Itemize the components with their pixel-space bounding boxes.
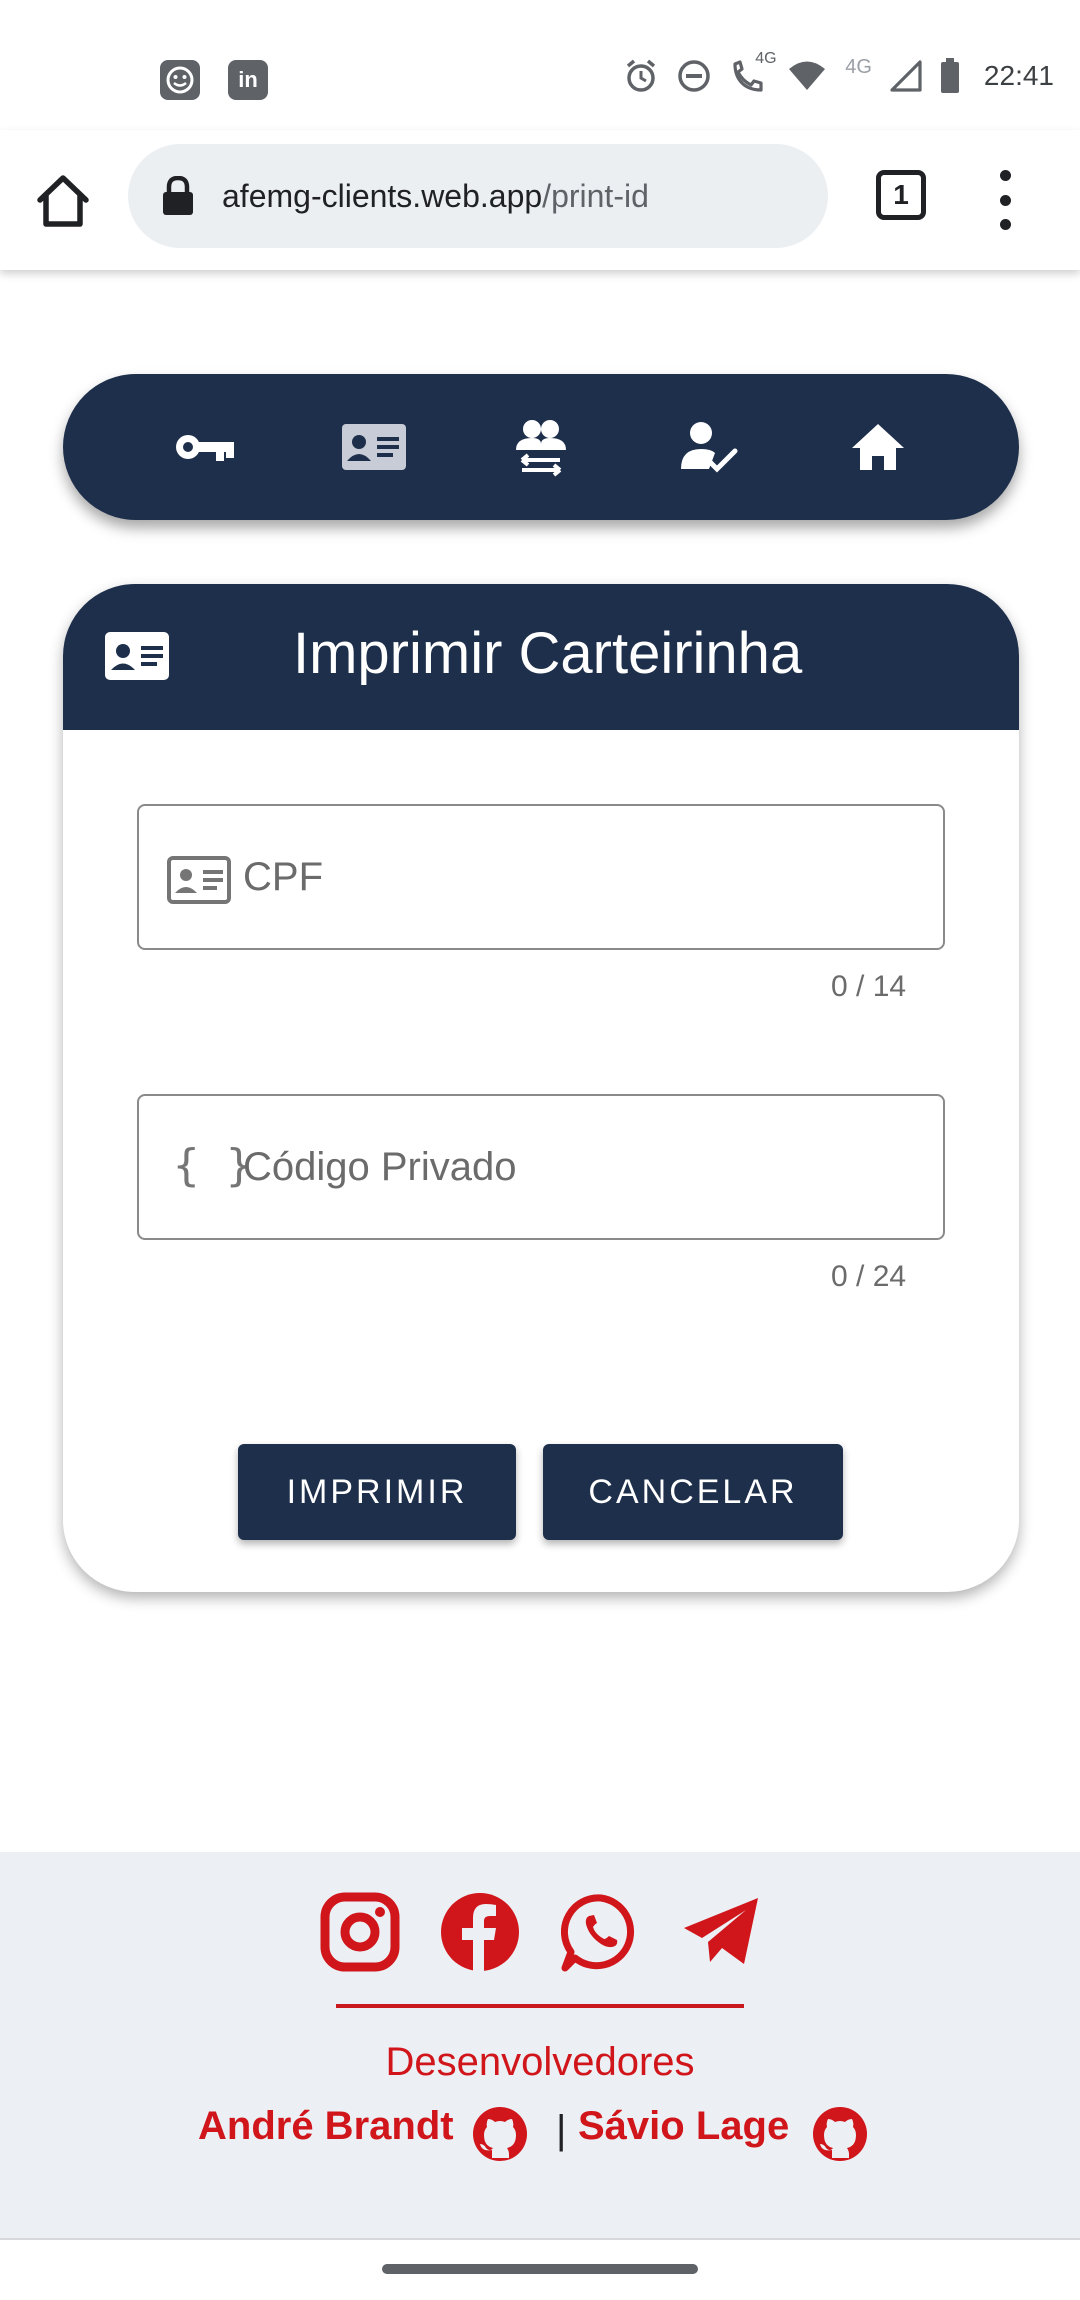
whatsapp-icon[interactable] <box>561 1892 641 1972</box>
users-exchange-icon <box>516 420 566 477</box>
id-card-icon <box>105 632 169 680</box>
private-code-input[interactable] <box>243 1096 923 1238</box>
developer-savio-link[interactable]: Sávio Lage <box>578 2104 789 2164</box>
url-path: /print-id <box>542 177 649 214</box>
nav-user-check-button[interactable] <box>674 412 744 482</box>
cpf-counter: 0 / 14 <box>831 970 907 1003</box>
menu-dot-icon <box>999 194 1011 206</box>
github-icon[interactable] <box>812 2106 868 2162</box>
cancel-button[interactable]: CANCELAR <box>543 1444 843 1540</box>
url-bar[interactable]: afemg-clients.web.app/print-id <box>128 144 828 248</box>
footer: Desenvolvedores André Brandt | Sávio Lag… <box>0 1852 1080 2238</box>
status-indicators: 4G 4G 22:41 <box>623 50 1054 94</box>
wifi-calling-icon: 4G <box>729 50 777 94</box>
browser-home-button[interactable] <box>32 170 94 232</box>
private-code-counter: 0 / 24 <box>831 1260 907 1293</box>
private-code-field[interactable]: { } <box>137 1094 945 1240</box>
menu-dot-icon <box>999 219 1011 230</box>
status-app-icons: in <box>160 60 268 100</box>
telegram-icon[interactable] <box>682 1896 762 1968</box>
network-type-label: 4G <box>845 55 872 78</box>
instagram-icon[interactable] <box>320 1892 400 1972</box>
clock: 22:41 <box>983 60 1054 91</box>
do-not-disturb-icon <box>677 59 711 93</box>
cpf-field[interactable] <box>137 804 945 950</box>
developer-andre-link[interactable]: André Brandt <box>198 2104 454 2164</box>
network-label: 4G <box>755 50 777 67</box>
nav-users-exchange-button[interactable] <box>506 412 576 482</box>
nav-id-card-button[interactable] <box>339 412 409 482</box>
card-header: Imprimir Carteirinha <box>63 584 1019 730</box>
print-id-card: Imprimir Carteirinha 0 / 14 { } 0 / 24 I… <box>63 584 1019 1592</box>
nav-key-button[interactable] <box>170 412 240 482</box>
alarm-icon <box>623 58 659 94</box>
gesture-handle[interactable] <box>382 2264 698 2274</box>
status-bar: in 4G 4G 22:41 <box>0 0 1080 130</box>
nav-home-button[interactable] <box>843 412 913 482</box>
page: in 4G 4G 22:41 afemg-clients.web.app/pri… <box>0 0 1080 2300</box>
home-icon <box>852 424 904 470</box>
github-icon[interactable] <box>472 2106 528 2162</box>
footer-divider <box>336 2004 744 2008</box>
signal-icon <box>890 60 922 92</box>
top-icon-nav <box>63 374 1019 520</box>
id-card-icon <box>342 424 406 470</box>
browser-toolbar: afemg-clients.web.app/print-id 1 <box>0 130 1080 270</box>
cpf-input[interactable] <box>243 806 923 948</box>
browser-menu-button[interactable] <box>995 170 1015 230</box>
braces-icon: { } <box>173 1140 253 1191</box>
menu-dot-icon <box>999 170 1011 181</box>
developers-label: Desenvolvedores <box>385 2040 695 2084</box>
battery-icon <box>940 58 960 94</box>
face-app-icon <box>160 60 200 100</box>
print-button[interactable]: IMPRIMIR <box>238 1444 516 1540</box>
home-outline-icon <box>37 175 89 227</box>
url-text: afemg-clients.web.app/print-id <box>222 178 649 215</box>
wifi-icon <box>787 60 827 92</box>
lock-icon <box>163 176 193 215</box>
url-host: afemg-clients.web.app <box>222 177 543 214</box>
id-card-icon <box>167 856 231 904</box>
facebook-icon[interactable] <box>440 1892 520 1972</box>
user-check-icon <box>681 422 738 473</box>
key-icon <box>176 435 234 461</box>
developer-separator: | <box>556 2108 567 2152</box>
page-title: Imprimir Carteirinha <box>293 621 803 686</box>
nav-bar-divider <box>0 2238 1080 2240</box>
linkedin-icon: in <box>228 60 268 100</box>
tab-switcher-button[interactable]: 1 <box>876 170 926 220</box>
